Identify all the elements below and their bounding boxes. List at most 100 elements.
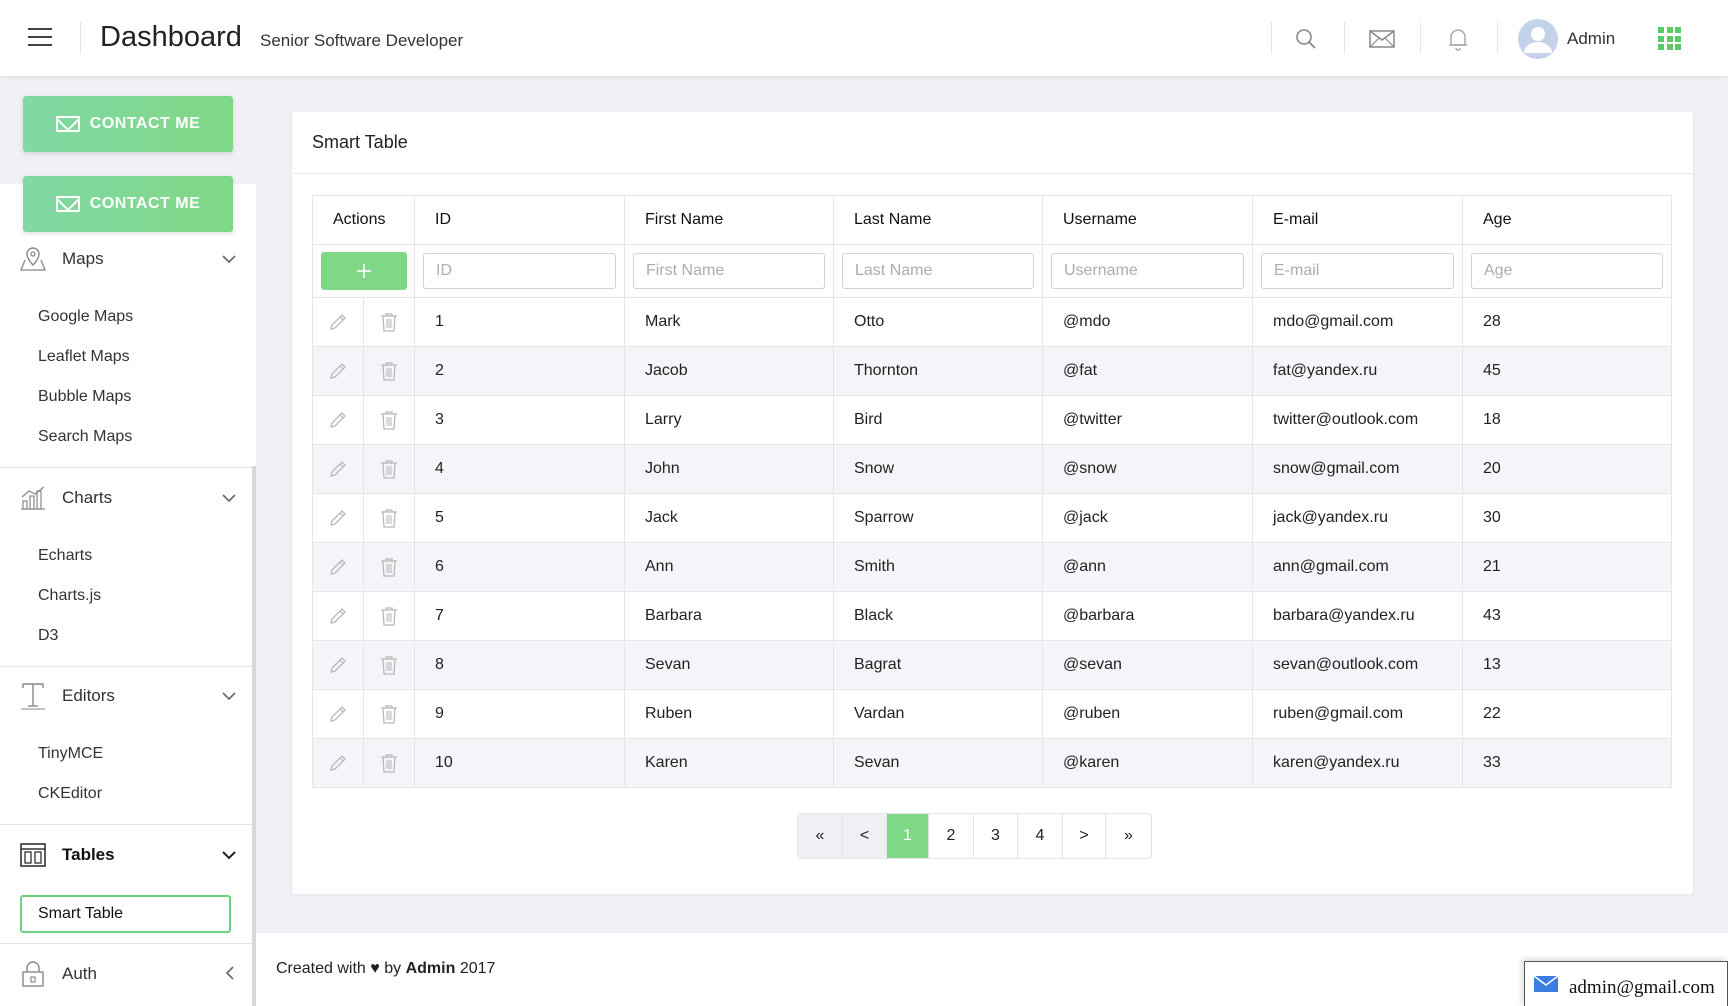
add-row-button[interactable]: [321, 252, 407, 290]
edit-pencil-icon[interactable]: [313, 396, 363, 444]
edit-pencil-icon[interactable]: [313, 543, 363, 591]
column-header-id[interactable]: ID: [414, 195, 625, 245]
table-icon: [18, 840, 48, 870]
column-header-last-name[interactable]: Last Name: [833, 195, 1043, 245]
sidebar-group-tables[interactable]: Tables: [0, 831, 252, 879]
edit-pencil-icon[interactable]: [313, 641, 363, 689]
table-row[interactable]: 2 Jacob Thornton @fat fat@yandex.ru 45: [312, 346, 1672, 396]
chevron-down-icon: [214, 688, 244, 704]
delete-trash-icon[interactable]: [364, 494, 414, 542]
plus-icon: [357, 264, 371, 278]
edit-pencil-icon[interactable]: [313, 347, 363, 395]
edit-pencil-icon[interactable]: [313, 494, 363, 542]
column-header-username[interactable]: Username: [1042, 195, 1253, 245]
user-avatar[interactable]: [1518, 19, 1558, 59]
contact-me-button[interactable]: CONTACT ME: [23, 96, 233, 152]
sidebar-item-search-maps[interactable]: Search Maps: [38, 428, 132, 446]
app-title[interactable]: Dashboard: [100, 21, 242, 54]
delete-trash-icon[interactable]: [364, 690, 414, 738]
delete-trash-icon[interactable]: [364, 347, 414, 395]
next-page-button[interactable]: >: [1063, 814, 1106, 858]
mail-icon[interactable]: [1367, 24, 1397, 54]
last-page-button[interactable]: »: [1106, 814, 1151, 858]
sidebar-item-auth[interactable]: Auth: [0, 950, 252, 998]
sidebar-scrollbar[interactable]: [252, 466, 256, 1006]
page-1-button[interactable]: 1: [887, 814, 929, 858]
column-header-email[interactable]: E-mail: [1252, 195, 1463, 245]
edit-pencil-icon[interactable]: [313, 592, 363, 640]
page-3-button[interactable]: 3: [974, 814, 1018, 858]
table-row[interactable]: 5 Jack Sparrow @jack jack@yandex.ru 30: [312, 493, 1672, 543]
table-row[interactable]: 8 Sevan Bagrat @sevan sevan@outlook.com 13: [312, 640, 1672, 690]
sidebar-group-auth[interactable]: Auth: [0, 950, 252, 998]
contact-me-button[interactable]: CONTACT ME: [23, 176, 233, 232]
column-header-age[interactable]: Age: [1462, 195, 1672, 245]
search-icon[interactable]: [1291, 24, 1321, 54]
heart-icon: ♥: [370, 960, 380, 977]
delete-trash-icon[interactable]: [364, 739, 414, 787]
delete-trash-icon[interactable]: [364, 592, 414, 640]
bell-icon[interactable]: [1443, 24, 1473, 54]
cell-first-name: Barbara: [624, 591, 834, 641]
sidebar-item-tinymce[interactable]: TinyMCE: [38, 745, 103, 763]
cell-first-name: Jack: [624, 493, 834, 543]
filter-email-input[interactable]: [1261, 253, 1454, 289]
filter-username-input[interactable]: [1051, 253, 1244, 289]
sidebar-item-d3[interactable]: D3: [38, 627, 58, 645]
user-name[interactable]: Admin: [1567, 29, 1615, 49]
table-row[interactable]: 1 Mark Otto @mdo mdo@gmail.com 28: [312, 297, 1672, 347]
sidebar-item-leaflet-maps[interactable]: Leaflet Maps: [38, 348, 130, 366]
sidebar-item-smart-table[interactable]: Smart Table: [20, 895, 231, 933]
table-row[interactable]: 3 Larry Bird @twitter twitter@outlook.com 18: [312, 395, 1672, 445]
apps-grid-icon[interactable]: [1658, 27, 1681, 50]
sidebar-group-charts[interactable]: Charts: [0, 474, 252, 522]
edit-pencil-icon[interactable]: [313, 445, 363, 493]
filter-age-input[interactable]: [1471, 253, 1663, 289]
edit-pencil-icon[interactable]: [313, 690, 363, 738]
prev-page-button[interactable]: <: [843, 814, 887, 858]
sidebar-item-chartsjs[interactable]: Charts.js: [38, 587, 101, 605]
table-row[interactable]: 10 Karen Sevan @karen karen@yandex.ru 33: [312, 738, 1672, 788]
delete-trash-icon[interactable]: [364, 543, 414, 591]
cell-email: snow@gmail.com: [1252, 444, 1463, 494]
sidebar-item-tables[interactable]: Tables: [0, 831, 252, 879]
filter-first-name-input[interactable]: [633, 253, 825, 289]
page-2-button[interactable]: 2: [929, 814, 974, 858]
delete-trash-icon[interactable]: [364, 298, 414, 346]
sidebar-group-editors[interactable]: Editors: [0, 672, 252, 720]
email-popup[interactable]: admin@gmail.com: [1524, 961, 1728, 1006]
action-cell: [312, 689, 364, 739]
delete-trash-icon[interactable]: [364, 641, 414, 689]
sidebar-item-bubble-maps[interactable]: Bubble Maps: [38, 388, 131, 406]
table-row[interactable]: 9 Ruben Vardan @ruben ruben@gmail.com 22: [312, 689, 1672, 739]
edit-pencil-icon[interactable]: [313, 298, 363, 346]
cell-first-name: Sevan: [624, 640, 834, 690]
sidebar-item-charts[interactable]: Charts: [0, 474, 252, 522]
sidebar-item-editors[interactable]: Editors: [0, 672, 252, 720]
action-cell: [363, 689, 415, 739]
cell-age: 13: [1462, 640, 1672, 690]
first-page-button[interactable]: «: [798, 814, 843, 858]
filter-id-input[interactable]: [423, 253, 616, 289]
table-row[interactable]: 4 John Snow @snow snow@gmail.com 20: [312, 444, 1672, 494]
sidebar-item-google-maps[interactable]: Google Maps: [38, 308, 133, 326]
sidebar-group-maps[interactable]: Maps: [0, 235, 252, 283]
sidebar-item-maps[interactable]: Maps: [0, 235, 252, 283]
filter-cell: [1462, 244, 1672, 298]
page-4-button[interactable]: 4: [1018, 814, 1063, 858]
envelope-icon: [55, 196, 80, 212]
sidebar-item-echarts[interactable]: Echarts: [38, 547, 92, 565]
edit-pencil-icon[interactable]: [313, 739, 363, 787]
sidebar-item-ckeditor[interactable]: CKEditor: [38, 785, 102, 803]
sidebar-item-label: Editors: [62, 686, 115, 705]
delete-trash-icon[interactable]: [364, 396, 414, 444]
hamburger-menu-icon[interactable]: [28, 28, 52, 48]
filter-last-name-input[interactable]: [842, 253, 1034, 289]
column-header-first-name[interactable]: First Name: [624, 195, 834, 245]
card-divider: [292, 173, 1693, 174]
table-row[interactable]: 7 Barbara Black @barbara barbara@yandex.ru 43: [312, 591, 1672, 641]
bar-chart-icon: [18, 483, 48, 513]
table-row[interactable]: 6 Ann Smith @ann ann@gmail.com 21: [312, 542, 1672, 592]
cell-first-name: Ruben: [624, 689, 834, 739]
delete-trash-icon[interactable]: [364, 445, 414, 493]
